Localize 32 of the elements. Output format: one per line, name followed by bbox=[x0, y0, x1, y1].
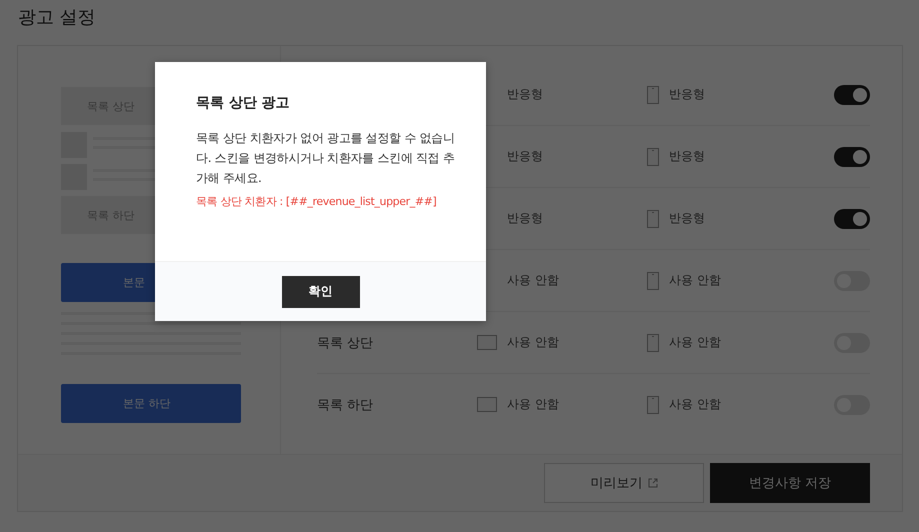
preview-button[interactable]: 미리보기 bbox=[544, 463, 704, 503]
phone-icon bbox=[647, 86, 659, 104]
pc-setting: 사용 안함 bbox=[507, 272, 559, 289]
mobile-setting: 사용 안함 bbox=[669, 396, 721, 413]
confirm-button[interactable]: 확인 bbox=[282, 276, 360, 308]
placement-label: 목록 상단 bbox=[317, 334, 374, 352]
page-title: 광고 설정 bbox=[18, 6, 97, 29]
phone-icon bbox=[647, 148, 659, 166]
placement-label: 목록 하단 bbox=[317, 396, 374, 414]
toggle-switch[interactable] bbox=[834, 146, 870, 166]
monitor-icon bbox=[477, 335, 497, 350]
phone-icon bbox=[647, 272, 659, 290]
mobile-setting: 사용 안함 bbox=[669, 272, 721, 289]
toggle-switch[interactable] bbox=[834, 208, 870, 228]
pc-setting: 반응형 bbox=[507, 86, 543, 103]
dialog-message: 목록 상단 치환자가 없어 광고를 설정할 수 없습니다. 스킨을 변경하시거나 치환자를 스킨에 직접 추가해 주세요. bbox=[196, 130, 456, 187]
pc-setting: 반응형 bbox=[507, 210, 543, 227]
mobile-setting: 반응형 bbox=[669, 86, 705, 103]
phone-icon bbox=[647, 396, 659, 414]
save-button[interactable]: 변경사항 저장 bbox=[710, 463, 870, 503]
mobile-setting: 반응형 bbox=[669, 210, 705, 227]
toggle-switch[interactable] bbox=[834, 84, 870, 104]
monitor-icon bbox=[477, 397, 497, 412]
phone-icon bbox=[647, 210, 659, 228]
mobile-setting: 사용 안함 bbox=[669, 334, 721, 351]
pc-setting: 사용 안함 bbox=[507, 396, 559, 413]
ad-slot-preview: 본문 하단 bbox=[61, 384, 241, 423]
external-link-icon bbox=[648, 478, 658, 488]
pc-setting: 사용 안함 bbox=[507, 334, 559, 351]
mobile-setting: 반응형 bbox=[669, 148, 705, 165]
pc-setting: 반응형 bbox=[507, 148, 543, 165]
phone-icon bbox=[647, 334, 659, 352]
